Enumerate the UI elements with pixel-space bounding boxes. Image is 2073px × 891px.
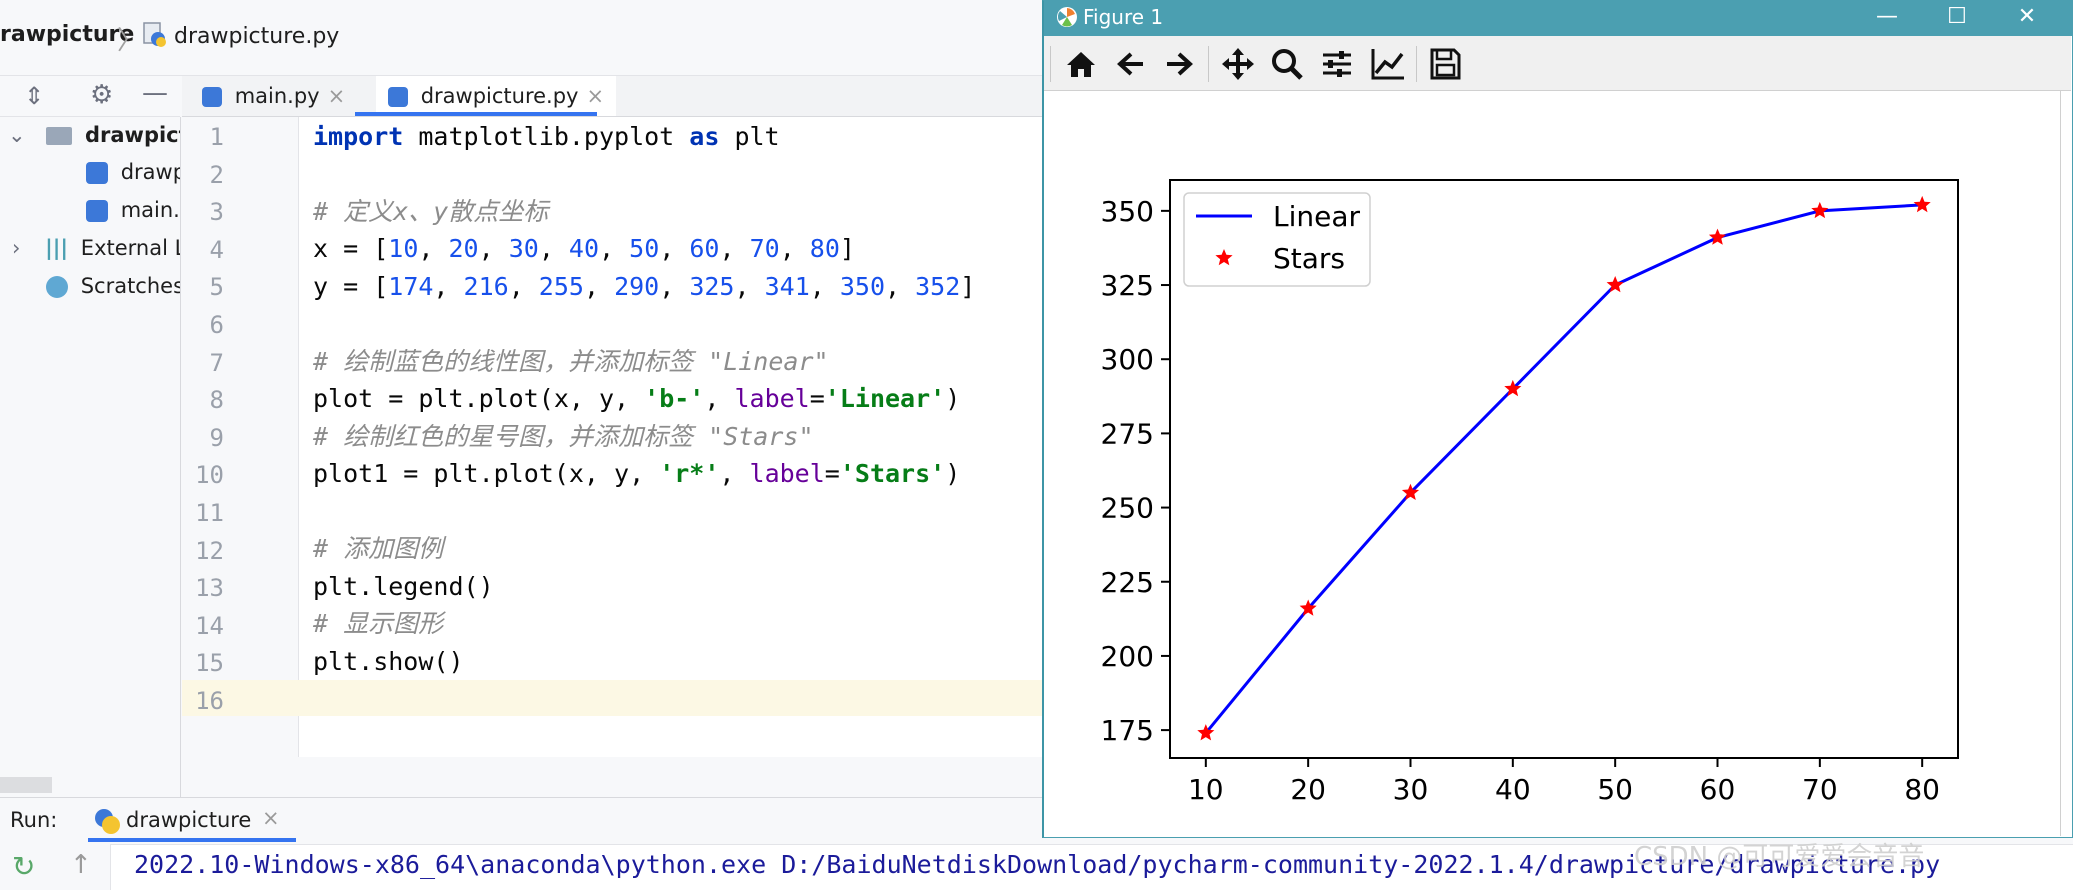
y-tick-label: 225 bbox=[1101, 566, 1154, 599]
y-tick-label: 250 bbox=[1101, 492, 1154, 525]
y-tick-label: 275 bbox=[1101, 417, 1154, 450]
legend-label-stars: Stars bbox=[1273, 242, 1345, 275]
x-tick-label: 60 bbox=[1700, 773, 1736, 806]
x-axis: 10 20 30 40 50 60 70 80 bbox=[1188, 758, 1940, 806]
y-axis: 175 200 225 250 275 300 325 350 bbox=[1101, 195, 1170, 747]
y-tick-label: 175 bbox=[1101, 714, 1154, 747]
x-tick-label: 80 bbox=[1904, 773, 1940, 806]
y-tick-label: 350 bbox=[1101, 195, 1154, 228]
watermark: CSDN @可可爱爱会音音 bbox=[1634, 842, 1925, 872]
y-tick-label: 300 bbox=[1101, 343, 1154, 376]
x-tick-label: 40 bbox=[1495, 773, 1531, 806]
legend[interactable]: Linear Stars bbox=[1183, 192, 1371, 287]
line-chart: 175 200 225 250 275 300 325 350 10 20 30 40 50 60 70 8… bbox=[1101, 179, 1959, 806]
legend-label-linear: Linear bbox=[1273, 200, 1361, 233]
x-tick-label: 50 bbox=[1597, 773, 1633, 806]
x-tick-label: 70 bbox=[1802, 773, 1838, 806]
y-tick-label: 325 bbox=[1101, 269, 1154, 302]
x-tick-label: 30 bbox=[1393, 773, 1429, 806]
x-tick-label: 20 bbox=[1290, 773, 1326, 806]
y-tick-label: 200 bbox=[1101, 640, 1154, 673]
x-tick-label: 10 bbox=[1188, 773, 1224, 806]
